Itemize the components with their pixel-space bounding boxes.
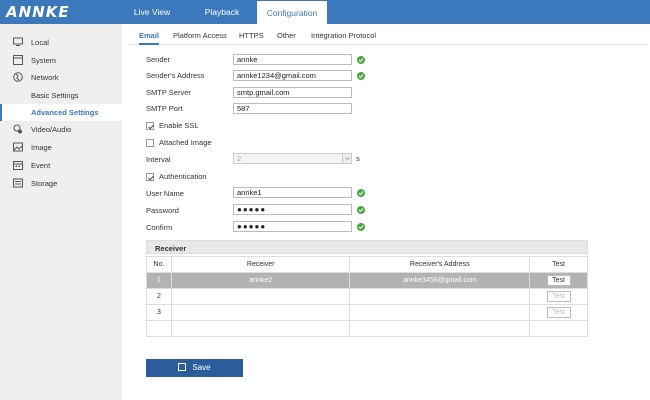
authentication-checkbox[interactable] [146, 173, 154, 181]
sidebar-item-label: Advanced Settings [31, 108, 99, 117]
column-header-address: Receiver's Address [349, 256, 531, 273]
subtab-other[interactable]: Other [277, 28, 296, 45]
username-input[interactable] [233, 187, 352, 198]
check-icon [357, 189, 365, 197]
sidebar-item-network[interactable]: Network [0, 69, 122, 86]
sidebar-item-label: Local [31, 38, 49, 47]
receiver-title: Receiver [155, 244, 187, 253]
sidebar-item-label: System [31, 56, 57, 65]
sidebar-item-basic-settings[interactable]: Basic Settings [0, 87, 122, 104]
sender-address-label: Sender's Address [146, 71, 205, 80]
smtp-server-input[interactable] [233, 87, 352, 98]
attached-image-checkbox[interactable] [146, 139, 154, 147]
row-receiver[interactable] [170, 288, 351, 305]
row-test-cell: Test [529, 304, 588, 321]
username-label: User Name [146, 189, 184, 198]
sidebar-item-video-audio[interactable]: Video/Audio [0, 121, 122, 138]
chevron-down-icon [342, 154, 351, 163]
enable-ssl-label: Enable SSL [159, 121, 199, 130]
attached-image-label: Attached Image [159, 138, 212, 147]
sidebar-item-label: Storage [31, 179, 58, 188]
table-row[interactable]: 1 annke2 annke3456@gmail.com Test [146, 272, 588, 289]
interval-unit: s [356, 154, 360, 163]
sidebar-item-advanced-settings[interactable]: Advanced Settings [0, 104, 122, 121]
row-address[interactable] [349, 288, 531, 305]
row-test-cell: Test [529, 288, 588, 305]
calendar-icon [13, 161, 23, 170]
storage-icon [13, 178, 23, 188]
test-button[interactable]: Test [546, 307, 571, 318]
authentication-label: Authentication [159, 172, 207, 181]
table-row-empty [146, 320, 588, 337]
tab-live-view[interactable]: Live View [122, 0, 182, 24]
sidebar-item-label: Image [31, 143, 52, 152]
table-row[interactable]: 2 Test [146, 288, 588, 305]
sender-input[interactable] [233, 54, 352, 65]
password-label: Password [146, 206, 179, 215]
interval-select: 2 [233, 153, 352, 164]
globe-icon [13, 72, 23, 82]
interval-value: 2 [237, 154, 242, 163]
save-icon [178, 363, 187, 371]
column-header-test: Test [529, 256, 588, 273]
save-label: Save [192, 363, 211, 372]
row-no: 2 [146, 288, 172, 305]
smtp-port-label: SMTP Port [146, 104, 183, 113]
receiver-header: Receiver [146, 240, 588, 254]
sender-address-input[interactable] [233, 70, 352, 81]
confirm-input[interactable]: ●●●●● [233, 221, 352, 232]
check-icon [357, 223, 365, 231]
row-receiver[interactable] [170, 304, 351, 321]
image-icon [13, 142, 23, 152]
row-address[interactable] [349, 304, 531, 321]
check-icon [357, 206, 365, 214]
smtp-port-input[interactable] [233, 103, 352, 114]
enable-ssl-checkbox[interactable] [146, 122, 154, 130]
sidebar-item-label: Network [31, 73, 59, 82]
check-icon [357, 72, 365, 80]
system-icon [13, 55, 23, 65]
column-header-receiver: Receiver [170, 256, 351, 273]
interval-label: Interval [146, 155, 171, 164]
save-button[interactable]: Save [146, 359, 243, 377]
sidebar-item-image[interactable]: Image [0, 139, 122, 156]
top-header: ANNKE Live View Playback Configuration [0, 0, 650, 24]
tab-configuration[interactable]: Configuration [257, 1, 327, 24]
subtab-https[interactable]: HTTPS [239, 28, 264, 45]
config-subtabs: Email Platform Access HTTPS Other Integr… [130, 28, 648, 45]
sidebar-item-label: Event [31, 161, 51, 170]
column-header-no: No. [146, 256, 172, 273]
video-audio-icon [13, 124, 22, 134]
sidebar-item-label: Basic Settings [31, 91, 79, 100]
sidebar: Local System Network Basic Settings Adva… [0, 24, 122, 400]
row-no: 1 [146, 272, 172, 289]
row-no: 3 [146, 304, 172, 321]
sidebar-item-storage[interactable]: Storage [0, 175, 122, 192]
monitor-icon [13, 37, 23, 46]
sidebar-item-event[interactable]: Event [0, 157, 122, 174]
sender-label: Sender [146, 55, 171, 64]
password-input[interactable]: ●●●●● [233, 204, 352, 215]
brand-logo: ANNKE [6, 3, 70, 21]
confirm-label: Confirm [146, 223, 173, 232]
row-test-cell: Test [529, 272, 588, 289]
sidebar-item-label: Video/Audio [31, 125, 72, 134]
test-button[interactable]: Test [546, 291, 571, 302]
smtp-server-label: SMTP Server [146, 88, 191, 97]
tab-playback[interactable]: Playback [191, 0, 253, 24]
row-address[interactable]: annke3456@gmail.com [349, 272, 531, 289]
sidebar-item-system[interactable]: System [0, 52, 122, 69]
receiver-table: No. Receiver Receiver's Address Test 1 a… [146, 256, 588, 337]
subtab-email[interactable]: Email [139, 28, 160, 45]
subtab-platform-access[interactable]: Platform Access [173, 28, 227, 45]
sidebar-item-local[interactable]: Local [0, 34, 122, 51]
row-receiver[interactable]: annke2 [170, 272, 351, 289]
check-icon [357, 56, 365, 64]
subtab-integration-protocol[interactable]: Integration Protocol [311, 28, 376, 45]
test-button[interactable]: Test [546, 275, 571, 286]
table-header-row: No. Receiver Receiver's Address Test [146, 256, 588, 273]
table-row[interactable]: 3 Test [146, 304, 588, 321]
